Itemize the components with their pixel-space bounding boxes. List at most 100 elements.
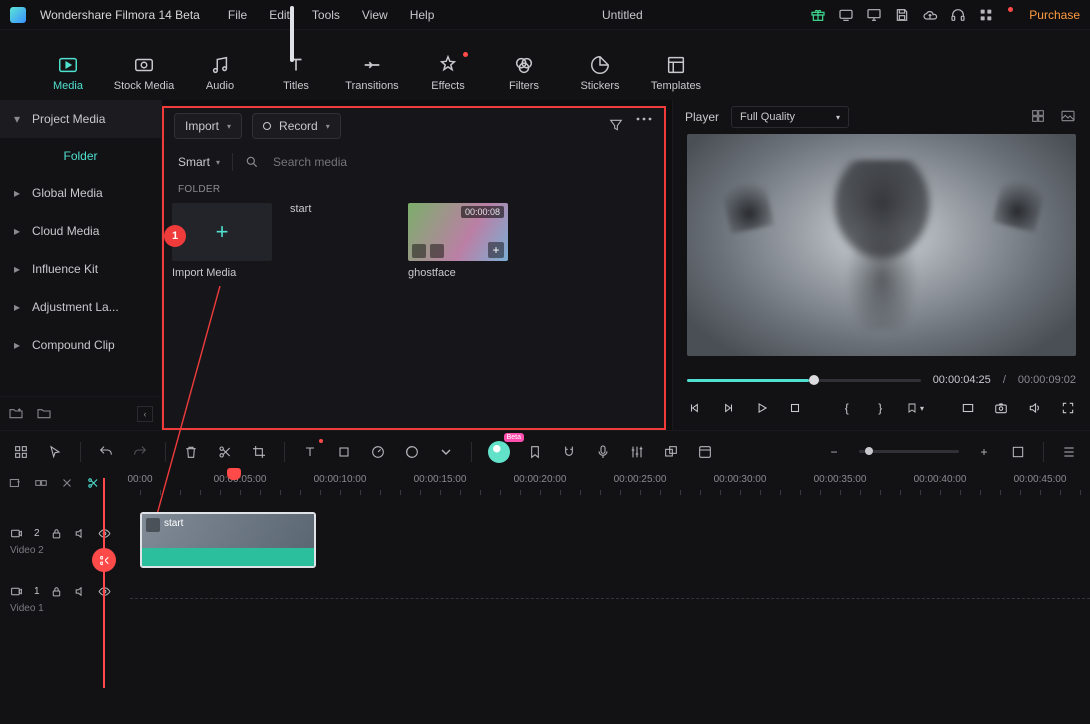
magnet-button[interactable] — [560, 443, 578, 461]
scrub-slider[interactable] — [687, 379, 921, 382]
folder-icon[interactable] — [36, 405, 54, 423]
zoom-fit-button[interactable] — [1009, 443, 1027, 461]
empty-track-lane[interactable] — [130, 598, 1090, 599]
zoom-in-button[interactable]: + — [975, 443, 993, 461]
layout-icon[interactable] — [12, 443, 30, 461]
stop-button[interactable] — [788, 399, 804, 417]
ruler-mark: 00:00 — [127, 474, 152, 485]
menu-tools[interactable]: Tools — [312, 8, 340, 22]
sidebar-folder[interactable]: Folder — [0, 138, 161, 174]
mark-out-button[interactable]: } — [873, 399, 889, 417]
import-button[interactable]: Import ▾ — [174, 113, 242, 139]
lock-icon[interactable] — [50, 585, 64, 599]
ai-avatar-button[interactable]: Beta — [488, 441, 510, 463]
more-icon[interactable] — [636, 117, 654, 135]
import-media-card[interactable]: 1 + Import Media — [172, 203, 272, 279]
undo-button[interactable] — [97, 443, 115, 461]
templates-icon — [665, 54, 687, 76]
message-icon[interactable] — [838, 7, 854, 23]
fullscreen-button[interactable] — [1061, 399, 1077, 417]
nav-audio[interactable]: Audio — [182, 54, 258, 92]
grid-view-icon[interactable] — [1030, 108, 1048, 126]
media-clip-ghostface[interactable]: 00:00:08 + ghostface — [408, 203, 508, 279]
auto-ripple-icon[interactable] — [60, 476, 76, 492]
zoom-slider[interactable] — [859, 450, 959, 453]
more-tools-button[interactable] — [437, 443, 455, 461]
filter-icon[interactable] — [608, 117, 626, 135]
save-icon[interactable] — [894, 7, 910, 23]
desktop-icon[interactable] — [866, 7, 882, 23]
add-track-icon[interactable] — [8, 476, 24, 492]
mic-button[interactable] — [594, 443, 612, 461]
marker-menu-button[interactable]: ▾ — [906, 399, 924, 417]
render-button[interactable] — [696, 443, 714, 461]
aspect-ratio-button[interactable] — [960, 399, 976, 417]
prev-frame-button[interactable] — [687, 399, 703, 417]
group-button[interactable] — [662, 443, 680, 461]
speed-button[interactable] — [369, 443, 387, 461]
nav-stock-media[interactable]: Stock Media — [106, 54, 182, 92]
menu-file[interactable]: File — [228, 8, 247, 22]
nav-stickers[interactable]: Stickers — [562, 54, 638, 92]
menu-view[interactable]: View — [362, 8, 388, 22]
media-clip-start[interactable]: 00:00:09 ✓ start — [290, 203, 390, 279]
sidebar-global-media[interactable]: ▸Global Media — [0, 174, 161, 212]
gift-icon[interactable] — [810, 7, 826, 23]
search-input[interactable] — [271, 154, 430, 170]
nav-effects[interactable]: Effects — [410, 54, 486, 92]
collapse-sidebar-button[interactable]: ‹ — [137, 406, 153, 422]
color-button[interactable] — [403, 443, 421, 461]
nav-filters[interactable]: Filters — [486, 54, 562, 92]
mixer-button[interactable] — [628, 443, 646, 461]
nav-templates-label: Templates — [651, 80, 701, 92]
new-folder-icon[interactable] — [8, 405, 26, 423]
apps-icon[interactable] — [978, 7, 994, 23]
track-height-button[interactable] — [1060, 443, 1078, 461]
marker-button[interactable] — [526, 443, 544, 461]
add-to-timeline-icon[interactable]: + — [488, 242, 504, 258]
playhead-line[interactable] — [103, 478, 105, 688]
sidebar-adjustment-layer[interactable]: ▸Adjustment La... — [0, 288, 161, 326]
timeline-clip-start[interactable]: start — [140, 512, 316, 568]
zoom-out-button[interactable]: − — [825, 443, 843, 461]
next-frame-button[interactable] — [721, 399, 737, 417]
timeline-ruler[interactable]: 00:0000:00:05:0000:00:10:0000:00:15:0000… — [130, 472, 1090, 506]
play-button[interactable] — [754, 399, 770, 417]
app-title: Wondershare Filmora 14 Beta — [40, 8, 200, 22]
mark-in-button[interactable]: { — [839, 399, 855, 417]
keyframe-button[interactable] — [335, 443, 353, 461]
text-tool-button[interactable] — [301, 443, 319, 461]
crop-button[interactable] — [250, 443, 268, 461]
volume-button[interactable] — [1027, 399, 1043, 417]
menu-help[interactable]: Help — [410, 8, 435, 22]
sidebar-project-media[interactable]: ▾ Project Media — [0, 100, 161, 138]
sidebar-influence-kit[interactable]: ▸Influence Kit — [0, 250, 161, 288]
smart-filter-button[interactable]: Smart ▾ — [178, 155, 220, 169]
preview-viewport[interactable] — [687, 134, 1076, 356]
sidebar-compound-clip-label: Compound Clip — [32, 338, 115, 352]
nav-templates[interactable]: Templates — [638, 54, 714, 92]
quality-select[interactable]: Full Quality ▾ — [731, 106, 849, 128]
split-button[interactable] — [216, 443, 234, 461]
redo-button[interactable] — [131, 443, 149, 461]
nav-transitions[interactable]: Transitions — [334, 54, 410, 92]
cut-tool-icon[interactable] — [86, 476, 102, 492]
image-view-icon[interactable] — [1060, 108, 1078, 126]
mute-icon[interactable] — [74, 527, 88, 541]
delete-button[interactable] — [182, 443, 200, 461]
nav-media[interactable]: Media — [30, 54, 106, 92]
sidebar-compound-clip[interactable]: ▸Compound Clip — [0, 326, 161, 364]
snapshot-button[interactable] — [994, 399, 1010, 417]
record-button[interactable]: Record ▾ — [252, 113, 341, 139]
menu-edit[interactable]: Edit — [269, 8, 290, 22]
pointer-icon[interactable] — [46, 443, 64, 461]
sidebar-cloud-media[interactable]: ▸Cloud Media — [0, 212, 161, 250]
nav-titles[interactable]: Titles — [258, 54, 334, 92]
playhead-handle[interactable] — [227, 468, 241, 480]
cloud-icon[interactable] — [922, 7, 938, 23]
headphones-icon[interactable] — [950, 7, 966, 23]
mute-icon[interactable] — [74, 585, 88, 599]
lock-icon[interactable] — [50, 527, 64, 541]
track-link-icon[interactable] — [34, 476, 50, 492]
purchase-button[interactable]: Purchase — [1029, 8, 1080, 22]
